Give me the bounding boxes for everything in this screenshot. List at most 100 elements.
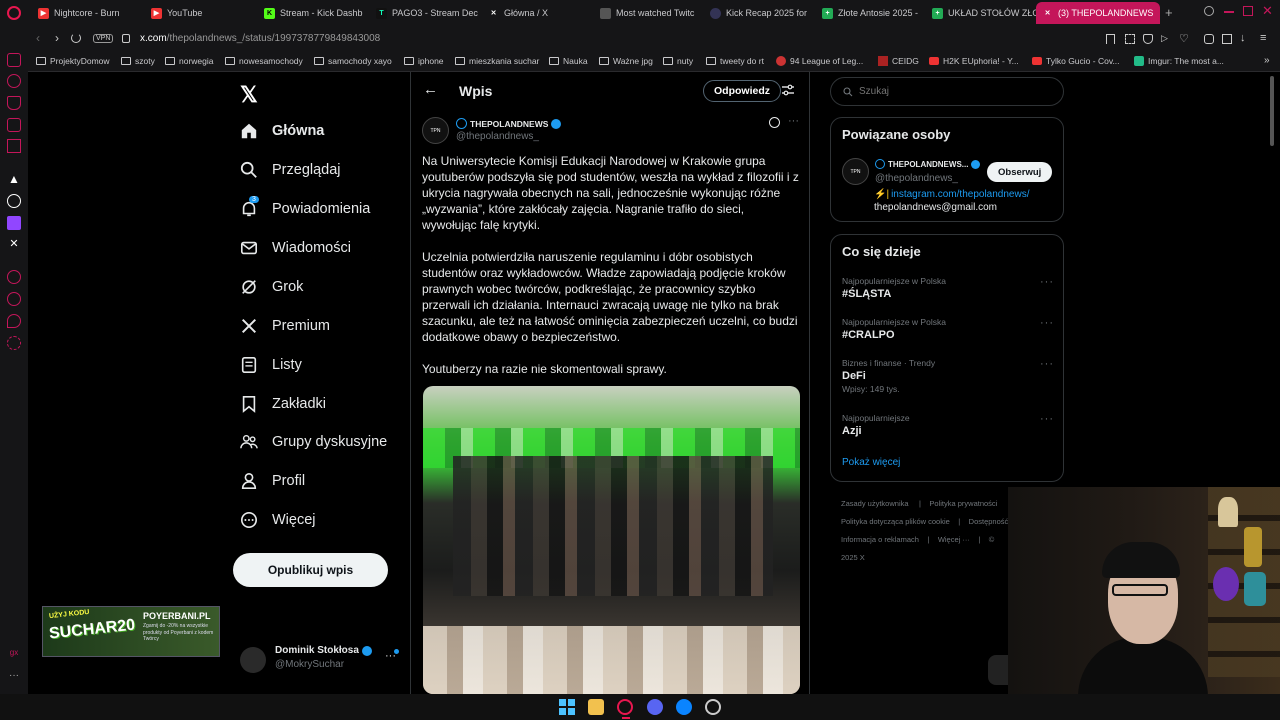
tab-kick-recap[interactable]: Kick Recap 2025 for <box>704 2 814 24</box>
tab-kick-dashboard[interactable]: K Stream - Kick Dashb <box>258 2 368 24</box>
back-icon[interactable]: ‹ <box>36 31 40 45</box>
page-scrollbar[interactable] <box>1270 76 1274 146</box>
trend-item[interactable]: Najpopularniejsze w Polska #CRALPO ··· <box>842 317 1054 347</box>
menu-icon[interactable]: ≡ <box>1260 32 1266 44</box>
show-more-link[interactable]: Pokaż więcej <box>842 457 900 468</box>
tab-pago3[interactable]: T PAGO3 - Stream Dec <box>370 2 480 24</box>
flow-icon[interactable] <box>7 74 21 88</box>
feedback-icon[interactable] <box>7 314 21 328</box>
nav-communities[interactable]: Grupy dyskusyjne <box>240 433 387 451</box>
minimize-icon[interactable] <box>1224 11 1234 13</box>
x-logo-icon[interactable]: ✕ <box>7 237 21 251</box>
steam-icon[interactable] <box>705 699 721 715</box>
file-explorer-icon[interactable] <box>588 699 604 715</box>
bookmark-samochody-xayo[interactable]: samochody xayo <box>314 56 392 66</box>
trend-more-icon[interactable]: ··· <box>1040 276 1054 288</box>
nav-explore[interactable]: Przeglądaj <box>240 161 341 179</box>
bookmark-nowesamochody[interactable]: nowesamochody <box>225 56 303 66</box>
nav-bookmarks[interactable]: Zakładki <box>240 395 326 413</box>
tab-zlote-antosie[interactable]: + Złote Antosie 2025 - <box>816 2 926 24</box>
nav-home[interactable]: Główna <box>240 122 324 140</box>
trend-more-icon[interactable]: ··· <box>1040 358 1054 370</box>
opera-logo-icon[interactable] <box>7 6 21 20</box>
apps-icon[interactable]: ▲ <box>7 172 21 186</box>
more-icon[interactable]: ··· <box>7 670 21 684</box>
footer-link[interactable]: Polityka prywatności <box>929 499 997 508</box>
back-arrow-icon[interactable]: ← <box>423 81 438 98</box>
related-name[interactable]: THEPOLANDNEWS... <box>888 160 968 169</box>
search-tabs-icon[interactable] <box>1204 6 1214 16</box>
play-icon[interactable]: ▷ <box>1161 33 1168 44</box>
post-more-icon[interactable]: ··· <box>788 115 799 127</box>
close-window-icon[interactable]: ✕ <box>1262 3 1273 19</box>
aria-icon[interactable] <box>7 53 21 67</box>
player-icon[interactable] <box>7 270 21 284</box>
footer-link[interactable]: Więcej ··· <box>938 535 970 544</box>
trend-more-icon[interactable]: ··· <box>1040 413 1054 425</box>
tab-uklad-stolow[interactable]: + UKŁAD STOŁÓW ZŁO <box>926 2 1036 24</box>
shield-icon[interactable] <box>1143 34 1153 44</box>
wallet-icon[interactable] <box>1222 34 1232 44</box>
windows-start-icon[interactable] <box>559 699 575 715</box>
related-avatar[interactable]: TPN <box>842 158 869 185</box>
bookmark-nuty[interactable]: nuty <box>663 56 693 66</box>
nav-premium[interactable]: Premium <box>240 317 330 335</box>
tab-twitch-stats[interactable]: Most watched Twitc <box>594 2 704 24</box>
lock-icon[interactable] <box>122 34 130 43</box>
trend-more-icon[interactable]: ··· <box>1040 317 1054 329</box>
opera-gx-icon[interactable] <box>617 699 633 715</box>
bookmark-wazne-jpg[interactable]: Ważne jpg <box>599 56 653 66</box>
bookmark-nauka[interactable]: Nauka <box>549 56 588 66</box>
search-input[interactable] <box>859 86 1049 97</box>
bio-link[interactable]: instagram.com/thepolandnews/ <box>891 189 1029 200</box>
nav-lists[interactable]: Listy <box>240 356 302 374</box>
nav-messages[interactable]: Wiadomości <box>240 239 351 257</box>
nav-more[interactable]: Więcej <box>240 511 316 529</box>
bookmark-projektydomow[interactable]: ProjektyDomow <box>36 56 110 66</box>
bookmark-szoty[interactable]: szoty <box>121 56 155 66</box>
nav-profile[interactable]: Profil <box>240 472 305 490</box>
chatgpt-icon[interactable] <box>7 194 21 208</box>
filter-icon[interactable] <box>781 83 795 97</box>
tab-x-home[interactable]: ✕ Główna / X <box>482 2 592 24</box>
bookmark-ceidg[interactable]: CEIDG <box>878 56 919 66</box>
trend-item[interactable]: Najpopularniejsze Azji ··· <box>842 413 1054 443</box>
vpn-badge[interactable]: VPN <box>93 34 114 43</box>
crypto-wallet-icon[interactable] <box>7 96 21 110</box>
grok-explain-icon[interactable] <box>769 117 780 128</box>
bookmark-iphone[interactable]: iphone <box>404 56 444 66</box>
related-handle[interactable]: @thepolandnews_ <box>875 173 958 184</box>
tab-youtube[interactable]: ▶ YouTube <box>145 2 255 24</box>
pin-icon[interactable] <box>1106 34 1115 44</box>
footer-link[interactable]: Zasady użytkownika <box>841 499 909 508</box>
snapshot-icon[interactable] <box>1125 34 1135 44</box>
forward-icon[interactable]: › <box>55 31 59 45</box>
bookmark-norwegia[interactable]: norwegia <box>165 56 214 66</box>
messenger-icon[interactable] <box>676 699 692 715</box>
follow-button[interactable]: Obserwuj <box>987 162 1053 182</box>
url-input[interactable]: x.com/thepolandnews_/status/199737877984… <box>140 33 380 44</box>
messenger-icon[interactable] <box>7 118 21 132</box>
trend-item[interactable]: Biznes i finanse · Trendy DeFi Wpisy: 14… <box>842 358 1054 398</box>
bookmark-mieszkania-suchar[interactable]: mieszkania suchar <box>455 56 539 66</box>
bookmark-imgur[interactable]: Imgur: The most a... <box>1134 56 1224 66</box>
search-box[interactable] <box>830 77 1064 106</box>
nav-notifications[interactable]: 3 Powiadomienia <box>240 196 370 218</box>
mail-icon[interactable] <box>7 139 21 153</box>
trend-item[interactable]: Najpopularniejsze w Polska #ŚLĄSTA ··· <box>842 276 1054 306</box>
bookmark-tylko-gucio[interactable]: Tylko Gucio - Cov... <box>1032 56 1120 66</box>
footer-link[interactable]: Polityka dotycząca plików cookie <box>841 517 950 526</box>
reload-icon[interactable] <box>71 33 81 43</box>
bookmark-h2k[interactable]: H2K EUphoria! - Y... <box>929 56 1019 66</box>
bookmark-tweety-do-rt[interactable]: tweety do rt <box>706 56 764 66</box>
nav-grok[interactable]: Grok <box>240 278 303 296</box>
account-switcher[interactable]: Dominik Stokłosa @MokrySuchar ··· <box>240 645 400 675</box>
post-media[interactable] <box>423 386 800 694</box>
tab-nightcore[interactable]: ▶ Nightcore - Burn <box>32 2 142 24</box>
discord-icon[interactable] <box>647 699 663 715</box>
author-name[interactable]: THEPOLANDNEWS <box>470 119 548 129</box>
history-icon[interactable] <box>7 292 21 306</box>
x-logo-icon[interactable]: 𝕏 <box>240 82 258 108</box>
footer-link[interactable]: Informacja o reklamach <box>841 535 919 544</box>
twitch-icon[interactable] <box>7 216 21 230</box>
